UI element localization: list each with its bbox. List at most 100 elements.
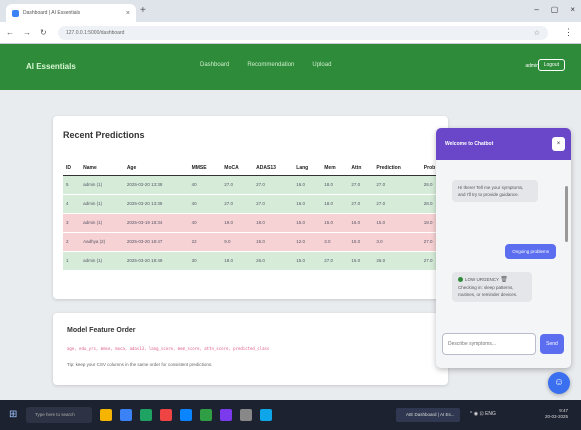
- send-button[interactable]: Send: [540, 334, 564, 354]
- forward-icon[interactable]: →: [23, 28, 31, 37]
- browser-tab[interactable]: Dashboard | AI Essentials ×: [6, 4, 136, 22]
- close-tab-icon[interactable]: ×: [126, 10, 130, 17]
- urgency-label: LOW URGENCY: [465, 277, 499, 282]
- table-cell: 3.0: [373, 231, 421, 251]
- taskbar-app-icon[interactable]: [180, 409, 192, 421]
- table-cell: 27.0: [373, 193, 421, 213]
- table-cell: 12.0: [293, 231, 322, 251]
- table-cell: 26.0: [373, 250, 421, 270]
- table-cell: 15.0: [293, 250, 322, 270]
- trash-icon[interactable]: 🗑: [500, 277, 508, 283]
- table-cell: 9.0: [221, 231, 254, 251]
- nav-recommendation[interactable]: Recommendation: [247, 62, 294, 68]
- table-cell: 27.0: [253, 174, 294, 194]
- taskbar-app-icon[interactable]: [260, 409, 272, 421]
- table-cell: 27.0: [348, 193, 374, 213]
- table-cell: 16.0: [293, 193, 322, 213]
- table-cell: 18.0: [221, 250, 254, 270]
- chatbot-title: Welcome to Chatbot: [445, 141, 494, 147]
- feature-order-title: Model Feature Order: [67, 327, 136, 334]
- table-cell: 2025-03-20 18:47: [123, 231, 189, 251]
- table-cell: 18.0: [321, 193, 349, 213]
- table-cell: 2025-03-20 13:38: [123, 193, 189, 213]
- reload-icon[interactable]: ↻: [40, 28, 47, 37]
- table-cell: 27.0: [221, 174, 254, 194]
- taskbar-app-icon[interactable]: [240, 409, 252, 421]
- app-header: AI Essentials Dashboard Recommendation U…: [0, 44, 581, 90]
- column-header: Attn: [348, 161, 374, 176]
- table-cell: admin (1): [80, 250, 124, 270]
- start-menu-icon[interactable]: ⊞: [9, 410, 19, 420]
- column-header: Name: [80, 161, 124, 176]
- nav-dashboard[interactable]: Dashboard: [200, 62, 229, 68]
- table-cell: 40: [188, 212, 222, 232]
- table-cell: 1: [63, 250, 81, 270]
- table-cell: 4: [63, 193, 81, 213]
- chatbot-toggle-button[interactable]: ☺: [548, 372, 570, 394]
- chat-scrollbar[interactable]: [565, 186, 568, 242]
- chat-input[interactable]: [442, 333, 536, 355]
- chatbot-close-button[interactable]: ×: [552, 137, 565, 151]
- table-row[interactable]: 5 admin (1) 2025-03-20 13:38 40 27.0 27.0 16.0…: [63, 174, 448, 194]
- feature-order-card: Model Feature Order age, edu_yrs, mmse, …: [53, 313, 448, 385]
- browser-menu-icon[interactable]: ⋮: [564, 27, 573, 38]
- table-header-row: ID Name Age MMSE MoCA ADAS13 Lang Mem Attn Predic…: [63, 161, 448, 176]
- table-row[interactable]: 1 admin (1) 2025-03-20 18:49 30 18.0 26.0 15.0…: [63, 250, 448, 270]
- table-cell: 2025-03-20 13:38: [123, 174, 189, 194]
- taskbar-search[interactable]: Type here to search: [26, 407, 92, 423]
- table-cell: 15.0: [321, 212, 349, 232]
- table-cell: 27.0: [221, 193, 254, 213]
- taskbar-app-icon[interactable]: [120, 409, 132, 421]
- brand-logo[interactable]: AI Essentials: [26, 62, 76, 71]
- table-row[interactable]: 2 Aadhya (2) 2025-03-20 18:47 22 9.0 15.0 12.0…: [63, 231, 448, 251]
- table-cell: 18.0: [253, 212, 294, 232]
- nav-upload[interactable]: Upload: [312, 62, 331, 68]
- table-cell: 18.0: [321, 174, 349, 194]
- window-controls: – ▢ ×: [534, 5, 575, 14]
- close-window-icon[interactable]: ×: [570, 5, 575, 14]
- table-row[interactable]: 4 admin (1) 2025-03-20 13:38 40 27.0 27.0 16.0…: [63, 193, 448, 213]
- url-field[interactable]: 127.0.0.1:5000/dashboard ☆: [58, 26, 548, 40]
- taskbar-app-icon[interactable]: [100, 409, 112, 421]
- table-row[interactable]: 3 admin (1) 2025-03-19 18:34 40 19.0 18.0 15.0…: [63, 212, 448, 232]
- clock-date: 20-03-2025: [545, 414, 569, 419]
- chatbot-header: Welcome to Chatbot ×: [436, 128, 571, 160]
- table-cell: Aadhya (2): [80, 231, 124, 251]
- taskbar-active-window[interactable]: AIE Dashboard | AI Es...: [396, 408, 460, 422]
- logout-button[interactable]: Logout: [537, 59, 565, 71]
- taskbar-app-icon[interactable]: [160, 409, 172, 421]
- column-header: Lang: [293, 161, 322, 176]
- back-icon[interactable]: ←: [6, 28, 14, 37]
- table-cell: admin (1): [80, 174, 124, 194]
- taskbar-app-icon[interactable]: [140, 409, 152, 421]
- minimize-icon[interactable]: –: [534, 5, 538, 14]
- maximize-icon[interactable]: ▢: [551, 5, 559, 14]
- taskbar-app-icon[interactable]: [220, 409, 232, 421]
- chatbot-panel: Welcome to Chatbot × Hi there! Tell me y…: [436, 128, 571, 368]
- os-taskbar: ⊞ Type here to search AIE Dashboard | AI…: [0, 400, 581, 430]
- table-cell: 40: [188, 193, 222, 213]
- taskbar-clock[interactable]: 9:47 20-03-2025: [545, 408, 568, 420]
- column-header: Age: [123, 161, 189, 176]
- column-header: Prediction: [373, 161, 421, 176]
- predictions-title: Recent Predictions: [63, 130, 145, 140]
- bookmark-star-icon[interactable]: ☆: [534, 29, 540, 37]
- taskbar-app-icon[interactable]: [200, 409, 212, 421]
- table-cell: 15.0: [253, 231, 294, 251]
- new-tab-button[interactable]: +: [140, 6, 146, 16]
- table-cell: 15.0: [293, 212, 322, 232]
- predictions-table: ID Name Age MMSE MoCA ADAS13 Lang Mem Attn Predic…: [63, 161, 448, 270]
- column-header: MMSE: [188, 161, 222, 176]
- predictions-card: Recent Predictions ID Name Age MMSE MoCA ADAS…: [53, 116, 448, 299]
- browser-nav: ← → ↻: [6, 28, 47, 37]
- column-header: ID: [63, 161, 81, 176]
- table-cell: admin (1): [80, 212, 124, 232]
- system-tray[interactable]: ^ ◉ ⊡ ENG: [470, 411, 496, 417]
- table-cell: 15.0: [348, 231, 374, 251]
- table-cell: 26.0: [253, 250, 294, 270]
- user-message: Ongoing problems: [505, 244, 556, 259]
- address-bar-row: ← → ↻ 127.0.0.1:5000/dashboard ☆ ⋮: [0, 22, 581, 44]
- feature-tip: Tip: keep your CSV columns in the same o…: [67, 362, 213, 367]
- taskbar-apps: [100, 409, 272, 421]
- table-cell: 15.0: [348, 250, 374, 270]
